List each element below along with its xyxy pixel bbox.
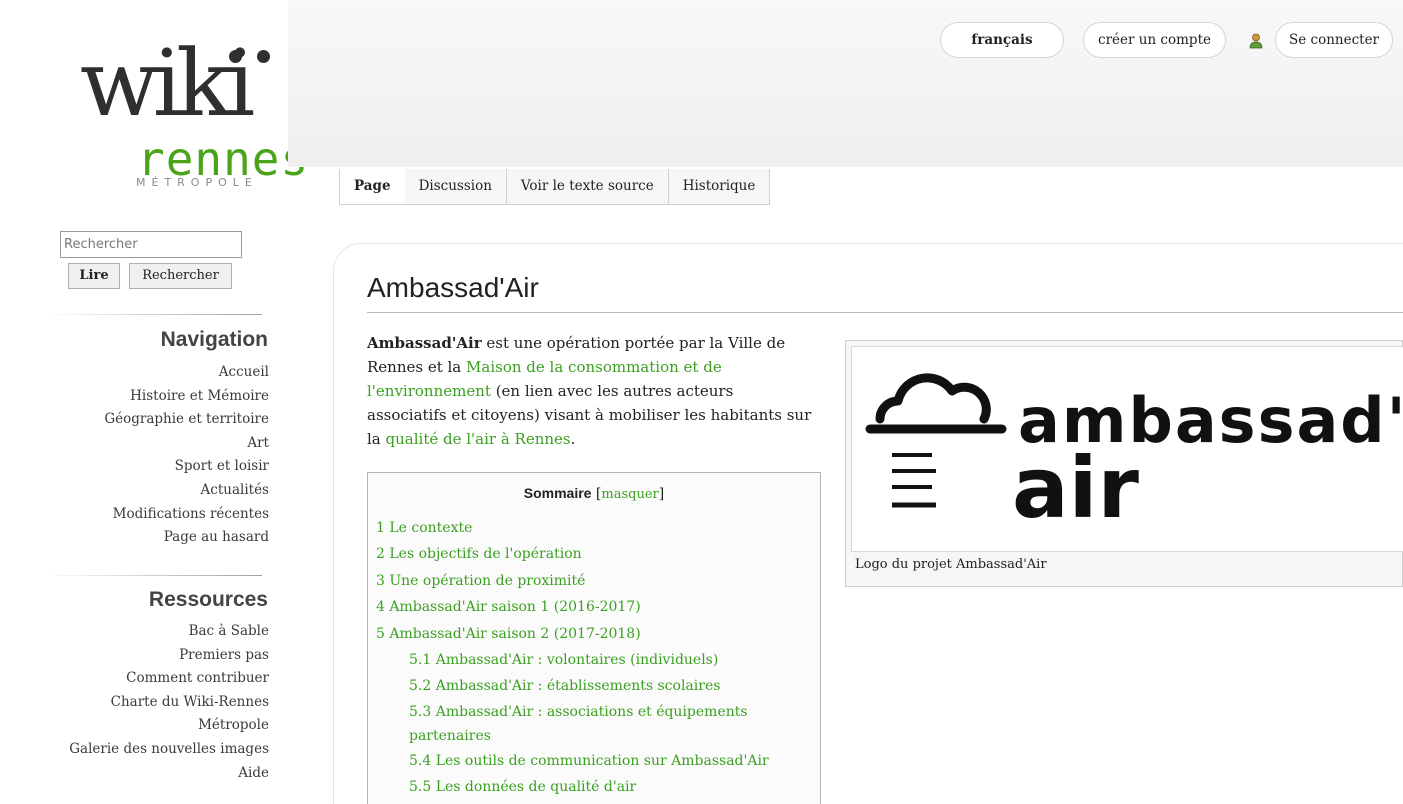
sidebar: wiki rennes MÉTROPOLE Lire Rechercher Na… (0, 0, 308, 804)
table-of-contents: Sommaire [masquer] 1 Le contexte 2 Les o… (367, 472, 821, 804)
nav-item-hasard[interactable]: Page au hasard (104, 526, 269, 550)
divider (44, 575, 262, 576)
logo-dot (229, 50, 242, 63)
logo-dot (257, 50, 270, 63)
toc-title: Sommaire (523, 485, 592, 501)
intro-bold: Ambassad'Air (367, 334, 482, 352)
search-button[interactable]: Rechercher (129, 263, 232, 289)
intro-paragraph: Ambassad'Air est une opération portée pa… (367, 331, 812, 451)
image-caption: Logo du projet Ambassad'Air (855, 557, 1047, 572)
logo-region: MÉTROPOLE (136, 176, 258, 189)
language-button[interactable]: français (940, 22, 1064, 58)
link-qualite-air[interactable]: qualité de l'air à Rennes (386, 430, 571, 448)
ambassadair-logo-image[interactable]: ambassad' air (851, 346, 1403, 552)
image-thumbnail: ambassad' air Logo du projet Ambassad'Ai… (845, 340, 1403, 587)
page-tabs: Page Discussion Voir le texte source His… (339, 169, 771, 205)
toc-subitem[interactable]: 5.2 Ambassad'Air : établissements scolai… (376, 673, 776, 699)
nav-item-actualites[interactable]: Actualités (104, 479, 269, 503)
toc-header: Sommaire [masquer] (523, 485, 665, 502)
toc-list: 1 Le contexte 2 Les objectifs de l'opéra… (376, 515, 776, 801)
create-account-button[interactable]: créer un compte (1083, 22, 1226, 58)
tab-discussion[interactable]: Discussion (405, 169, 507, 204)
user-icon (1249, 33, 1263, 49)
res-item-bac-a-sable[interactable]: Bac à Sable (69, 620, 269, 644)
nav-item-accueil[interactable]: Accueil (104, 361, 269, 385)
toc-item[interactable]: 3 Une opération de proximité (376, 568, 776, 594)
resources-list: Bac à Sable Premiers pas Comment contrib… (69, 620, 269, 785)
page-title: Ambassad'Air (367, 272, 539, 303)
toc-subitem[interactable]: 5.3 Ambassad'Air : associations et équip… (376, 700, 776, 748)
resources-heading: Ressources (148, 588, 268, 611)
res-item-galerie[interactable]: Galerie des nouvelles images (69, 738, 269, 762)
cloud-logo-graphic: ambassad' air (865, 373, 1403, 537)
navigation-list: Accueil Histoire et Mémoire Géographie e… (104, 361, 269, 550)
header (288, 0, 1403, 167)
toc-subitem[interactable]: 5.4 Les outils de communication sur Amba… (376, 748, 776, 774)
res-item-contribuer[interactable]: Comment contribuer (69, 667, 269, 691)
tab-view-source[interactable]: Voir le texte source (507, 169, 669, 204)
toc-item[interactable]: 5 Ambassad'Air saison 2 (2017-2018) (376, 621, 776, 647)
login-button[interactable]: Se connecter (1275, 22, 1393, 58)
tab-history[interactable]: Historique (669, 169, 770, 204)
toc-item[interactable]: 1 Le contexte (376, 515, 776, 541)
toc-item[interactable]: 4 Ambassad'Air saison 1 (2016-2017) (376, 594, 776, 620)
divider (44, 314, 262, 315)
nav-item-histoire[interactable]: Histoire et Mémoire (104, 385, 269, 409)
nav-item-modifications[interactable]: Modifications récentes (104, 503, 269, 527)
wiki-rennes-logo[interactable]: wiki rennes MÉTROPOLE (80, 30, 308, 198)
intro-text: . (570, 430, 576, 448)
title-divider (367, 312, 1403, 313)
res-item-metropole[interactable]: Métropole (69, 714, 269, 738)
navigation-heading: Navigation (160, 328, 268, 351)
read-button[interactable]: Lire (68, 263, 120, 289)
nav-item-sport[interactable]: Sport et loisir (104, 455, 269, 479)
toc-subitem[interactable]: 5.1 Ambassad'Air : volontaires (individu… (376, 647, 776, 673)
search-input[interactable] (60, 231, 242, 258)
logo-text-bottom: air (1012, 439, 1139, 537)
toc-item[interactable]: 2 Les objectifs de l'opération (376, 541, 776, 567)
res-item-aide[interactable]: Aide (69, 762, 269, 786)
nav-item-geographie[interactable]: Géographie et territoire (104, 408, 269, 432)
toc-subitem[interactable]: 5.5 Les données de qualité d'air (376, 774, 776, 800)
tab-page[interactable]: Page (340, 169, 405, 204)
res-item-charte[interactable]: Charte du Wiki-Rennes (69, 691, 269, 715)
res-item-premiers-pas[interactable]: Premiers pas (69, 644, 269, 668)
nav-item-art[interactable]: Art (104, 432, 269, 456)
logo-wordmark: wiki (80, 30, 255, 137)
toc-toggle-link[interactable]: masquer (601, 487, 658, 502)
